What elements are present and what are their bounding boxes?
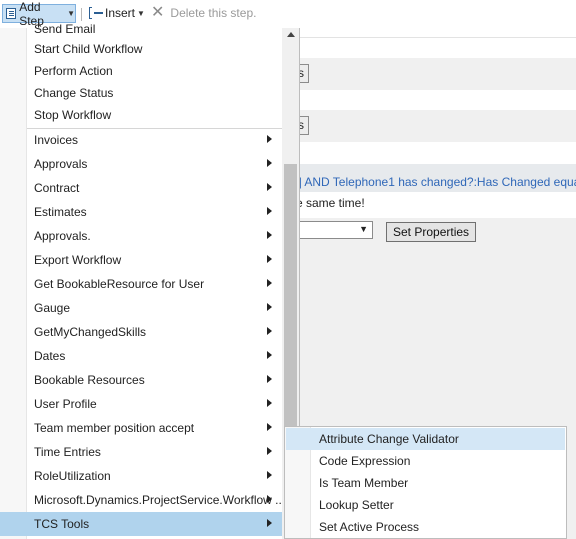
menu-item-label: Dates <box>34 349 66 363</box>
menu-item-contract[interactable]: Contract <box>27 176 282 200</box>
menu-item-get-bookableresource[interactable]: Get BookableResource for User <box>27 272 282 296</box>
chevron-right-icon <box>267 159 272 167</box>
chevron-right-icon <box>267 231 272 239</box>
chevron-right-icon <box>267 327 272 335</box>
step-band <box>285 110 576 142</box>
note-text: e same time! <box>296 196 365 210</box>
submenu-item-label: Is Team Member <box>319 476 409 490</box>
submenu-item-label: Attribute Change Validator <box>319 432 459 446</box>
menu-item-label: User Profile <box>34 397 97 411</box>
menu-item-label: Invoices <box>34 133 79 147</box>
chevron-right-icon <box>267 207 272 215</box>
menu-item-estimates[interactable]: Estimates <box>27 200 282 224</box>
chevron-right-icon <box>267 471 272 479</box>
menu-item-label: Perform Action <box>34 64 113 78</box>
scroll-up-icon[interactable] <box>287 32 295 37</box>
submenu-item-label: Lookup Setter <box>319 498 394 512</box>
menu-item-label: Get BookableResource for User <box>34 277 205 291</box>
menu-item-label: Approvals. <box>34 229 91 243</box>
menu-item-label: Approvals <box>34 157 88 171</box>
add-step-menu: Send Email Start Child Workflow Perform … <box>0 22 300 539</box>
chevron-right-icon <box>267 255 272 263</box>
menu-item-label: Bookable Resources <box>34 373 145 387</box>
chevron-down-icon: ▼ <box>359 224 368 234</box>
submenu-item-attribute-change-validator[interactable]: Attribute Change Validator <box>286 428 565 450</box>
submenu-item-code-expression[interactable]: Code Expression <box>286 450 565 472</box>
submenu-item-label: Set Active Process <box>319 520 420 534</box>
menu-item-roleutilization[interactable]: RoleUtilization <box>27 464 282 488</box>
menu-item-change-status[interactable]: Change Status <box>27 81 282 105</box>
menu-item-dates[interactable]: Dates <box>27 344 282 368</box>
menu-item-label: Contract <box>34 181 80 195</box>
menu-item-user-profile[interactable]: User Profile <box>27 392 282 416</box>
menu-item-label: Estimates <box>34 205 87 219</box>
chevron-right-icon <box>267 399 272 407</box>
menu-item-team-member-position[interactable]: Team member position accept <box>27 416 282 440</box>
tcs-tools-submenu: Attribute Change Validator Code Expressi… <box>284 426 567 539</box>
menu-item-label: Export Workflow <box>34 253 122 267</box>
menu-item-label: Start Child Workflow <box>34 42 143 56</box>
menu-item-projectservice-workflow[interactable]: Microsoft.Dynamics.ProjectService.Workfl… <box>27 488 286 512</box>
condition-link[interactable]: ue] AND Telephone1 has changed?:Has Chan… <box>285 175 576 189</box>
menu-item-gauge[interactable]: Gauge <box>27 296 282 320</box>
menu-item-label: TCS Tools <box>34 517 90 531</box>
submenu-item-set-active-process[interactable]: Set Active Process <box>286 516 565 538</box>
chevron-right-icon <box>267 375 272 383</box>
submenu-item-is-team-member[interactable]: Is Team Member <box>286 472 565 494</box>
menu-item-label: Microsoft.Dynamics.ProjectService.Workfl… <box>34 493 286 507</box>
set-properties-button[interactable]: Set Properties <box>386 222 477 242</box>
chevron-right-icon <box>267 183 272 191</box>
chevron-right-icon <box>267 447 272 455</box>
menu-item-label: GetMyChangedSkills <box>34 325 147 339</box>
menu-item-label: Gauge <box>34 301 71 315</box>
menu-item-label: Stop Workflow <box>34 108 112 122</box>
chevron-right-icon <box>267 423 272 431</box>
chevron-right-icon <box>267 351 272 359</box>
menu-item-bookable-resources[interactable]: Bookable Resources <box>27 368 282 392</box>
menu-item-label: RoleUtilization <box>34 469 111 483</box>
add-step-icon <box>6 8 17 19</box>
menu-item-time-entries[interactable]: Time Entries <box>27 440 282 464</box>
menu-item-approvals-dot[interactable]: Approvals. <box>27 224 282 248</box>
menu-item-start-child-workflow[interactable]: Start Child Workflow <box>27 37 282 61</box>
menu-item-label: Team member position accept <box>34 421 195 435</box>
chevron-right-icon <box>267 135 272 143</box>
chevron-right-icon <box>267 279 272 287</box>
chevron-right-icon <box>267 303 272 311</box>
menu-item-export-workflow[interactable]: Export Workflow <box>27 248 282 272</box>
submenu-item-label: Code Expression <box>319 454 411 468</box>
step-band <box>285 58 576 90</box>
menu-icon-gutter <box>0 28 27 539</box>
menu-item-getmychangedskills[interactable]: GetMyChangedSkills <box>27 320 282 344</box>
menu-item-invoices[interactable]: Invoices <box>27 128 282 152</box>
menu-item-label: Time Entries <box>34 445 101 459</box>
menu-item-label: Send Email <box>34 22 96 36</box>
chevron-right-icon <box>267 495 272 503</box>
menu-item-approvals[interactable]: Approvals <box>27 152 282 176</box>
menu-item-stop-workflow[interactable]: Stop Workflow <box>27 103 282 127</box>
submenu-item-lookup-setter[interactable]: Lookup Setter <box>286 494 565 516</box>
menu-item-tcs-tools[interactable]: TCS Tools <box>0 512 282 536</box>
step-row <box>285 37 576 57</box>
menu-item-label: Change Status <box>34 86 114 100</box>
menu-item-perform-action[interactable]: Perform Action <box>27 59 282 83</box>
chevron-right-icon <box>267 519 272 527</box>
